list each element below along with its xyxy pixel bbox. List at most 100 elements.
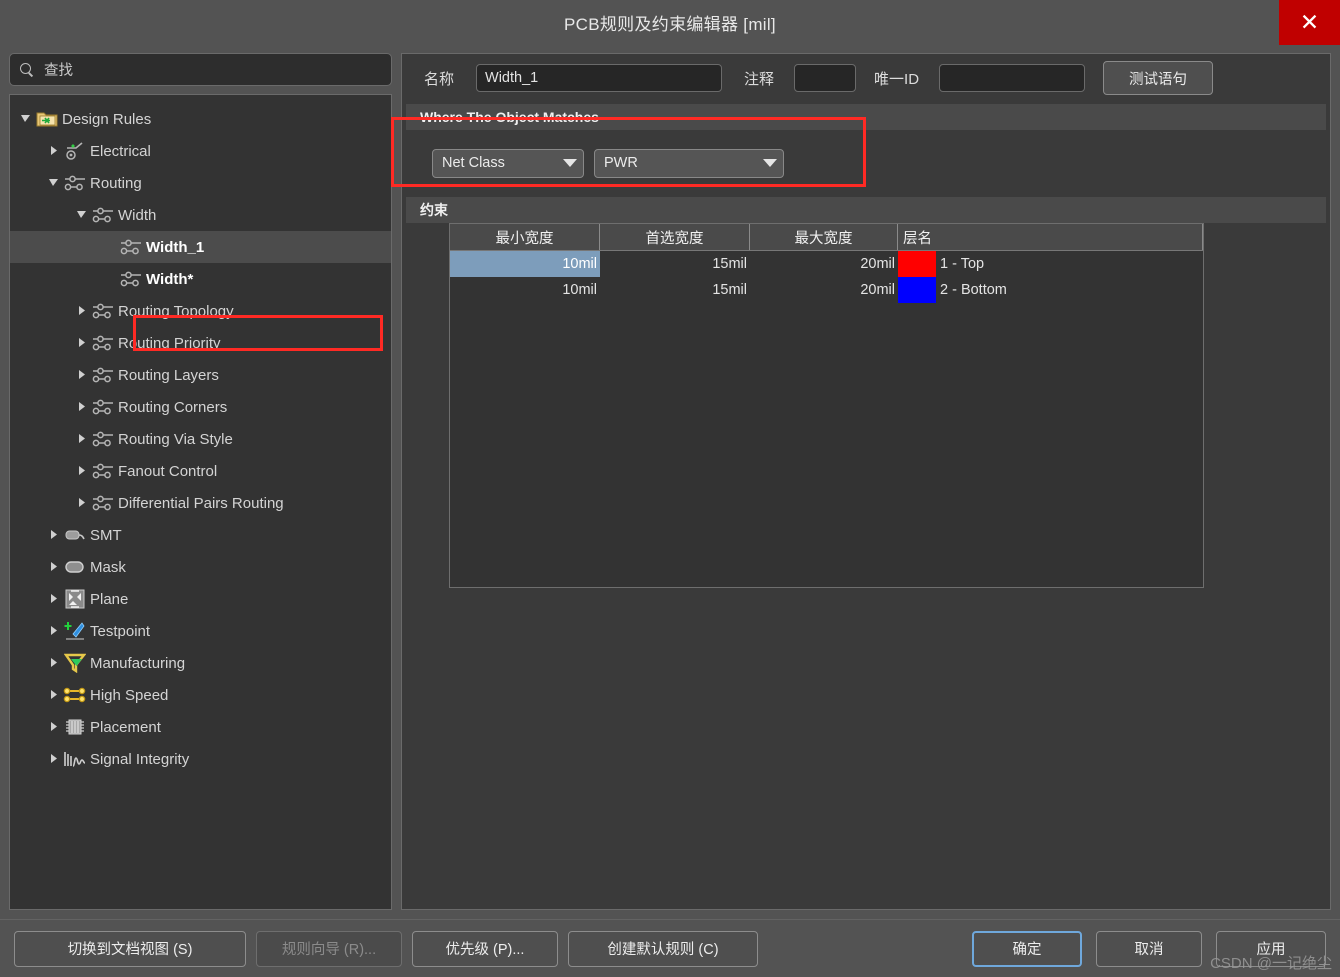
routing-icon	[90, 334, 116, 352]
tree-item-label: SMT	[90, 526, 122, 544]
table-column-header[interactable]: 最大宽度	[750, 224, 898, 250]
chevron-right-icon[interactable]	[46, 690, 62, 700]
tree-item-label: Fanout Control	[118, 462, 218, 480]
chevron-right-icon[interactable]	[74, 306, 90, 316]
layer-width-table[interactable]: 最小宽度 首选宽度 最大宽度 层名 10mil 15mil 20mil 1 - Top 10m…	[449, 223, 1204, 588]
tree-item-label: Routing Priority	[118, 334, 221, 352]
chevron-right-icon[interactable]	[46, 722, 62, 732]
tree-item-label: Manufacturing	[90, 654, 186, 672]
chevron-right-icon[interactable]	[46, 530, 62, 540]
apply-button[interactable]: 应用	[1216, 930, 1326, 967]
switch-document-view-button[interactable]: 切换到文档视图 (S)	[14, 930, 246, 967]
tree-item-label: Routing	[90, 174, 142, 192]
cell-layer[interactable]: 1 - Top	[898, 251, 1203, 277]
placement-icon	[62, 718, 88, 736]
ok-button[interactable]: 确定	[972, 930, 1082, 967]
routing-icon	[90, 398, 116, 416]
cell-layer[interactable]: 2 - Bottom	[898, 277, 1203, 303]
tree-item-differential-pairs-routing[interactable]: Differential Pairs Routing	[10, 487, 391, 519]
smt-icon	[62, 527, 88, 543]
tree-item-routing-priority[interactable]: Routing Priority	[10, 327, 391, 359]
chevron-right-icon[interactable]	[46, 146, 62, 156]
unique-id-field[interactable]	[939, 64, 1086, 92]
tree-item-routing-via-style[interactable]: Routing Via Style	[10, 423, 391, 455]
routing-icon	[90, 494, 116, 512]
chevron-down-icon	[763, 159, 777, 167]
unique-id-label: 唯一ID	[874, 70, 920, 88]
tree-item-electrical[interactable]: Electrical	[10, 135, 391, 167]
search-input[interactable]: 查找	[9, 53, 392, 86]
chevron-right-icon[interactable]	[74, 434, 90, 444]
cell-max[interactable]: 20mil	[750, 277, 898, 303]
rule-wizard-button: 规则向导 (R)...	[256, 930, 402, 967]
search-placeholder: 查找	[44, 63, 73, 79]
chevron-right-icon[interactable]	[74, 498, 90, 508]
tree-item-routing-topology[interactable]: Routing Topology	[10, 295, 391, 327]
routing-icon	[118, 270, 144, 288]
tree-item-label: Width*	[146, 270, 194, 288]
cell-min[interactable]: 10mil	[450, 251, 600, 277]
dialog-body: 查找 Design Rules Electrical Routing Width…	[0, 45, 1340, 919]
chevron-down-icon[interactable]	[74, 210, 90, 220]
name-label: 名称	[424, 70, 455, 88]
tree-item-manufacturing[interactable]: Manufacturing	[10, 647, 391, 679]
rule-detail-panel: 名称 Width_1 注释 唯一ID 测试语句 Where The Object…	[391, 53, 1331, 910]
tree-item-routing-layers[interactable]: Routing Layers	[10, 359, 391, 391]
chevron-right-icon[interactable]	[46, 594, 62, 604]
cell-max[interactable]: 20mil	[750, 251, 898, 277]
table-row[interactable]: 10mil 15mil 20mil 1 - Top	[450, 251, 1203, 277]
chevron-right-icon[interactable]	[46, 562, 62, 572]
tree-item-plane[interactable]: Plane	[10, 583, 391, 615]
design-rules-tree[interactable]: Design Rules Electrical Routing Width Wi…	[9, 94, 392, 910]
scope-type-combo[interactable]: Net Class	[432, 148, 584, 178]
chevron-down-icon	[563, 159, 577, 167]
table-column-header[interactable]: 最小宽度	[450, 224, 600, 250]
tree-item-signal-integrity[interactable]: Signal Integrity	[10, 743, 391, 775]
routing-icon	[90, 366, 116, 384]
chevron-right-icon[interactable]	[46, 658, 62, 668]
chevron-right-icon[interactable]	[74, 402, 90, 412]
chevron-right-icon[interactable]	[74, 370, 90, 380]
cancel-button[interactable]: 取消	[1096, 930, 1202, 967]
scope-type-value: Net Class	[442, 155, 505, 171]
table-column-header[interactable]: 层名	[898, 224, 1203, 250]
tree-item-high-speed[interactable]: High Speed	[10, 679, 391, 711]
close-icon[interactable]: ✕	[1279, 0, 1340, 45]
table-row[interactable]: 10mil 15mil 20mil 2 - Bottom	[450, 277, 1203, 303]
tree-item-smt[interactable]: SMT	[10, 519, 391, 551]
cell-preferred[interactable]: 15mil	[600, 251, 750, 277]
cell-min[interactable]: 10mil	[450, 277, 600, 303]
tree-item-design-rules[interactable]: Design Rules	[10, 103, 391, 135]
create-default-rule-button[interactable]: 创建默认规则 (C)	[568, 930, 758, 967]
tree-item-label: Differential Pairs Routing	[118, 494, 284, 512]
tree-item-width[interactable]: Width	[10, 199, 391, 231]
netclass-combo[interactable]: PWR	[594, 148, 784, 178]
tree-item-width[interactable]: Width*	[10, 263, 391, 295]
priority-button[interactable]: 优先级 (P)...	[412, 930, 558, 967]
tree-item-routing[interactable]: Routing	[10, 167, 391, 199]
chevron-right-icon[interactable]	[46, 626, 62, 636]
routing-icon	[62, 174, 88, 192]
signal-integrity-icon	[62, 750, 88, 768]
chevron-right-icon[interactable]	[74, 338, 90, 348]
comment-field[interactable]	[794, 64, 857, 92]
tree-item-fanout-control[interactable]: Fanout Control	[10, 455, 391, 487]
pcb-rules-dialog: PCB规则及约束编辑器 [mil] ✕ 查找 Design Rules Elec…	[0, 0, 1340, 977]
chevron-right-icon[interactable]	[46, 754, 62, 764]
tree-item-width-1[interactable]: Width_1	[10, 231, 391, 263]
chevron-down-icon[interactable]	[46, 178, 62, 188]
chevron-right-icon[interactable]	[74, 466, 90, 476]
tree-item-testpoint[interactable]: Testpoint	[10, 615, 391, 647]
tree-item-label: Plane	[90, 590, 129, 608]
chevron-down-icon[interactable]	[18, 114, 34, 124]
mask-icon	[62, 559, 88, 575]
test-statement-button[interactable]: 测试语句	[1103, 61, 1214, 95]
tree-item-placement[interactable]: Placement	[10, 711, 391, 743]
name-field[interactable]: Width_1	[476, 64, 723, 92]
tree-item-mask[interactable]: Mask	[10, 551, 391, 583]
cell-preferred[interactable]: 15mil	[600, 277, 750, 303]
table-column-header[interactable]: 首选宽度	[600, 224, 750, 250]
table-header-row: 最小宽度 首选宽度 最大宽度 层名	[450, 224, 1203, 251]
tree-item-routing-corners[interactable]: Routing Corners	[10, 391, 391, 423]
rules-tree-panel: 查找 Design Rules Electrical Routing Width…	[9, 45, 392, 919]
